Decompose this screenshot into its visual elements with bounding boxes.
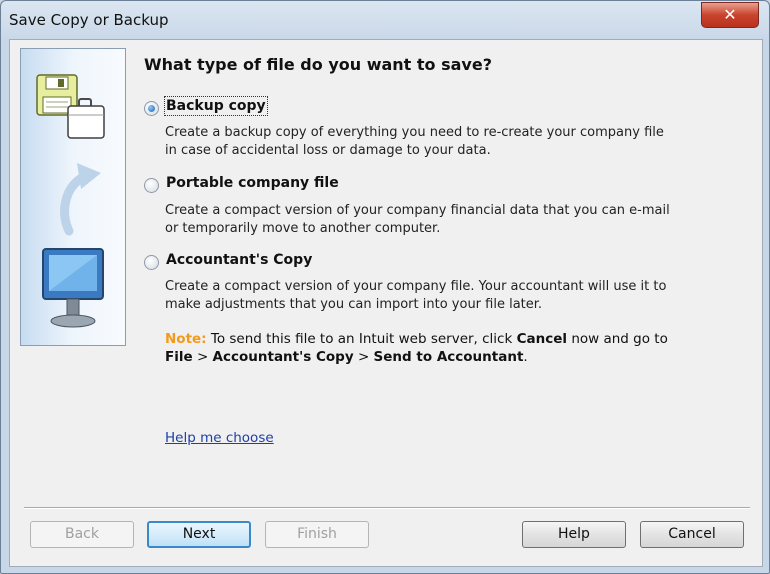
help-me-choose-link[interactable]: Help me choose: [165, 430, 274, 446]
option-label[interactable]: Accountant's Copy: [166, 252, 312, 268]
menu-path-separator: >: [357, 349, 370, 365]
window-title: Save Copy or Backup: [9, 11, 169, 29]
note-line-2: File > Accountant's Copy > Send to Accou…: [165, 348, 668, 366]
radio-backup-copy[interactable]: [144, 101, 159, 116]
description-line: Create a compact version of your company…: [165, 203, 670, 218]
divider: [24, 507, 750, 509]
option-description: Create a backup copy of everything you n…: [165, 124, 664, 160]
radio-accountants-copy[interactable]: [144, 255, 159, 270]
illustration-panel: [20, 48, 126, 346]
description-line: or temporarily move to another computer.: [165, 221, 441, 236]
note-label: Note:: [165, 331, 207, 347]
radio-portable-company-file[interactable]: [144, 178, 159, 193]
option-description: Create a compact version of your company…: [165, 278, 666, 314]
finish-button[interactable]: Finish: [265, 521, 369, 548]
description-line: Create a backup copy of everything you n…: [165, 125, 664, 140]
note-text: Note: To send this file to an Intuit web…: [165, 330, 668, 366]
back-button[interactable]: Back: [30, 521, 134, 548]
dialog-content: What type of file do you want to save? B…: [9, 39, 763, 567]
description-line: make adjustments that you can import int…: [165, 297, 543, 312]
help-button[interactable]: Help: [522, 521, 626, 548]
note-period: .: [523, 349, 528, 365]
menu-path-send-to-accountant: Send to Accountant: [373, 349, 524, 365]
description-line: in case of accidental loss or damage to …: [165, 143, 491, 158]
description-line: Create a compact version of your company…: [165, 279, 667, 294]
note-line-1: Note: To send this file to an Intuit web…: [165, 330, 668, 348]
computer-monitor-icon: [42, 248, 104, 328]
note-cancel-word: Cancel: [516, 331, 568, 347]
title-bar[interactable]: Save Copy or Backup ✕: [1, 1, 769, 39]
page-heading: What type of file do you want to save?: [144, 55, 492, 74]
curved-arrow-icon: [60, 163, 101, 236]
cancel-button[interactable]: Cancel: [640, 521, 744, 548]
menu-path-separator: >: [196, 349, 209, 365]
next-button[interactable]: Next: [147, 521, 251, 548]
close-button[interactable]: ✕: [701, 2, 759, 28]
dialog-window: Save Copy or Backup ✕ What type of file …: [0, 0, 770, 574]
note-text-part: To send this file to an Intuit web serve…: [210, 331, 513, 347]
option-label[interactable]: Portable company file: [166, 175, 339, 191]
option-description: Create a compact version of your company…: [165, 202, 670, 238]
menu-path-file: File: [165, 349, 193, 365]
note-text-part: now and go to: [571, 331, 668, 347]
menu-path-accountants-copy: Accountant's Copy: [212, 349, 354, 365]
option-label[interactable]: Backup copy: [164, 96, 268, 116]
